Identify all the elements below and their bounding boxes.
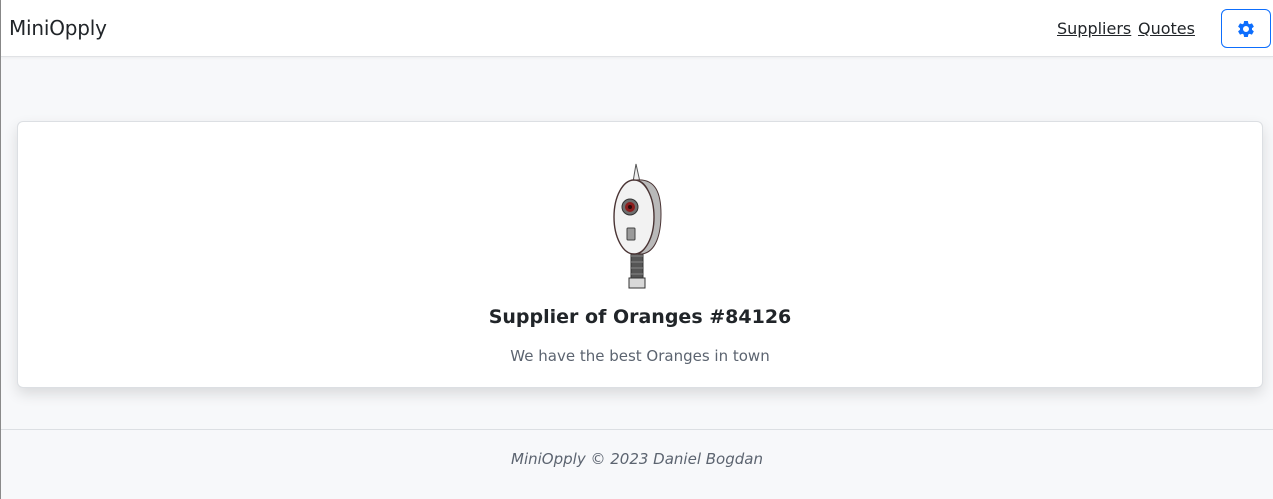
supplier-description: We have the best Oranges in town: [510, 347, 770, 365]
nav-link-quotes[interactable]: Quotes: [1138, 19, 1195, 38]
supplier-card: Supplier of Oranges #84126 We have the b…: [17, 121, 1263, 388]
supplier-title: Supplier of Oranges #84126: [488, 306, 792, 328]
brand-logo-text[interactable]: MiniOpply: [9, 16, 107, 40]
robot-avatar: [613, 163, 662, 289]
gear-icon: [1238, 20, 1254, 37]
app-page: MiniOpply Suppliers Quotes Supplier of O…: [0, 0, 1273, 499]
footer-copyright: MiniOpply © 2023 Daniel Bogdan: [511, 450, 763, 468]
nav-link-suppliers[interactable]: Suppliers: [1057, 19, 1131, 38]
page-footer: MiniOpply © 2023 Daniel Bogdan: [1, 429, 1273, 499]
settings-button[interactable]: [1221, 9, 1271, 48]
top-navbar: MiniOpply Suppliers Quotes: [1, 0, 1273, 57]
